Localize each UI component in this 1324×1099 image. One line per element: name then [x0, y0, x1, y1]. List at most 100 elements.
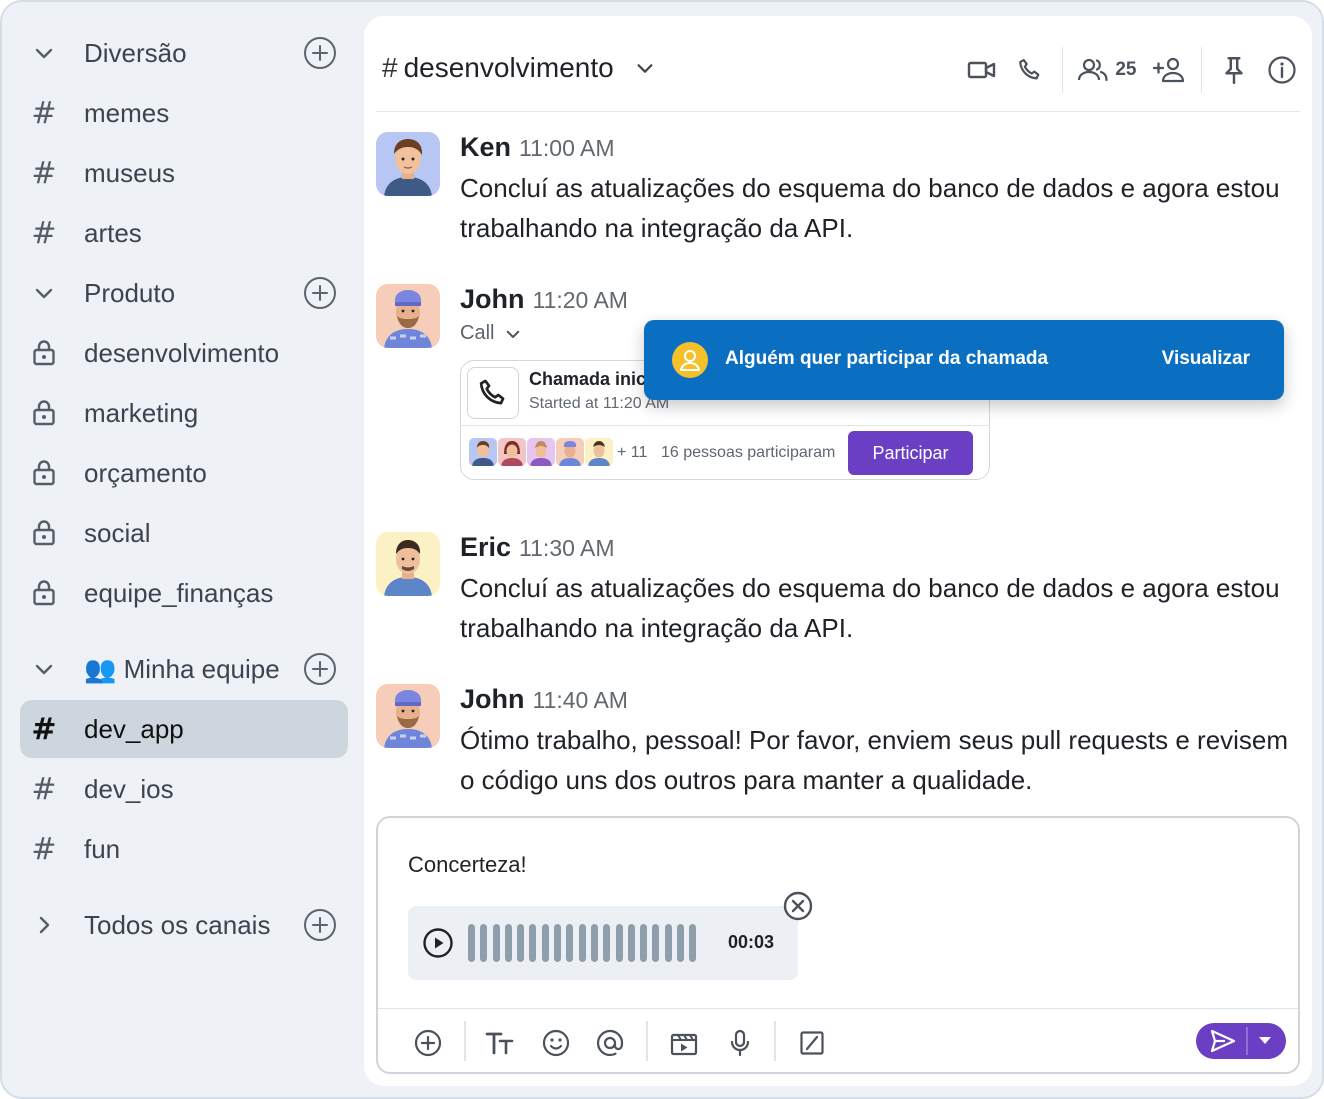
- caret-down-icon[interactable]: [1258, 1036, 1272, 1046]
- author-name[interactable]: John: [460, 284, 525, 315]
- sidebar-item-label: social: [84, 517, 151, 548]
- app-window: Diversão # memes # museus # artes Produto desenv…: [0, 0, 1324, 1099]
- sidebar-item-memes[interactable]: # memes: [20, 84, 348, 142]
- sidebar-item-orçamento[interactable]: orçamento: [20, 444, 348, 502]
- channel-title[interactable]: # desenvolvimento: [382, 52, 656, 84]
- add-channel-icon[interactable]: [304, 909, 336, 941]
- avatar[interactable]: [376, 284, 440, 348]
- sidebar-item-label: artes: [84, 217, 142, 248]
- sidebar-item-label: dev_app: [84, 713, 184, 744]
- lock-icon: [20, 339, 68, 367]
- sidebar-section[interactable]: Produto: [20, 264, 348, 322]
- sidebar-item-label: museus: [84, 157, 176, 188]
- author-name[interactable]: John: [460, 684, 525, 715]
- sidebar-item-label: fun: [84, 833, 121, 864]
- header-actions: 25: [964, 47, 1300, 93]
- members-button[interactable]: 25: [1077, 56, 1137, 84]
- lock-icon: [20, 519, 68, 547]
- emoji-icon[interactable]: [540, 1027, 572, 1059]
- text-format-icon[interactable]: [484, 1027, 516, 1059]
- sidebar-item-desenvolvimento[interactable]: desenvolvimento: [20, 324, 348, 382]
- divider: [1061, 47, 1064, 93]
- author-name[interactable]: Eric: [460, 532, 511, 563]
- avatar[interactable]: [376, 684, 440, 748]
- chevron-down-icon: [504, 325, 522, 343]
- message: Ken 11:00 AM Concluí as atualizações do …: [376, 132, 1296, 252]
- chevron-down-icon: [634, 57, 656, 79]
- divider: [646, 1021, 648, 1061]
- sidebar-item-dev_app[interactable]: # dev_app: [20, 700, 348, 758]
- view-button[interactable]: Visualizar: [1162, 348, 1250, 370]
- play-icon[interactable]: [422, 927, 454, 964]
- divider: [464, 1021, 466, 1061]
- pin-icon[interactable]: [1216, 52, 1252, 88]
- slash-command-icon[interactable]: [796, 1027, 828, 1059]
- sidebar-section[interactable]: Todos os canais: [20, 896, 348, 954]
- phone-icon[interactable]: [1012, 52, 1048, 88]
- add-channel-icon[interactable]: [304, 277, 336, 309]
- channel-name: desenvolvimento: [403, 52, 614, 83]
- sidebar-item-social[interactable]: social: [20, 504, 348, 562]
- sidebar-item-label: memes: [84, 97, 170, 128]
- call-label: Call: [460, 322, 495, 344]
- timestamp: 11:00 AM: [519, 135, 615, 161]
- message-header: Ken 11:00 AM: [460, 132, 615, 163]
- send-icon: [1210, 1029, 1236, 1053]
- hash-icon: #: [31, 831, 57, 867]
- sidebar-item-fun[interactable]: # fun: [20, 820, 348, 878]
- message-header: John 11:20 AM: [460, 284, 628, 315]
- sidebar: Diversão # memes # museus # artes Produto desenv…: [2, 2, 364, 1097]
- add-channel-icon[interactable]: [304, 653, 336, 685]
- chevron-right-icon: [20, 913, 68, 937]
- send-button[interactable]: [1196, 1023, 1286, 1059]
- hash-icon: #: [31, 215, 57, 251]
- divider: [1200, 47, 1202, 93]
- chevron-down-icon: [20, 281, 68, 305]
- call-footer: + 11 16 pessoas participaram Participar: [461, 425, 989, 479]
- draft-text[interactable]: Concerteza!: [408, 852, 527, 878]
- participant-avatar: [585, 438, 613, 466]
- call-toggle[interactable]: Call: [460, 322, 522, 345]
- message-header: John 11:40 AM: [460, 684, 628, 715]
- channel-panel: # desenvolvimento 25 Ken 11:00 AM Conclu…: [364, 16, 1312, 1086]
- add-attachment-icon[interactable]: [412, 1027, 444, 1059]
- author-name[interactable]: Ken: [460, 132, 511, 163]
- join-call-button[interactable]: Participar: [848, 431, 973, 475]
- video-call-icon[interactable]: [964, 52, 1000, 88]
- participant-avatar: [498, 438, 526, 466]
- sidebar-item-label: dev_ios: [84, 773, 174, 804]
- message-composer[interactable]: Concerteza! 00:03: [376, 816, 1300, 1074]
- close-icon[interactable]: [782, 890, 814, 927]
- call-title: Chamada inici: [529, 369, 652, 389]
- sidebar-section[interactable]: Diversão: [20, 24, 348, 82]
- sidebar-item-label: orçamento: [84, 457, 207, 488]
- add-member-icon[interactable]: [1151, 52, 1187, 88]
- phone-icon: [467, 367, 519, 419]
- sidebar-item-label: Todos os canais: [84, 909, 271, 940]
- sidebar-item-dev_ios[interactable]: # dev_ios: [20, 760, 348, 818]
- avatar[interactable]: [376, 532, 440, 596]
- microphone-icon[interactable]: [724, 1027, 756, 1059]
- sidebar-section[interactable]: 👥 Minha equipe: [20, 640, 348, 698]
- avatar[interactable]: [376, 132, 440, 196]
- sidebar-item-marketing[interactable]: marketing: [20, 384, 348, 442]
- sidebar-item-equipe_finanças[interactable]: equipe_finanças: [20, 564, 348, 622]
- participant-count: 16 pessoas participaram: [661, 444, 836, 461]
- sidebar-item-museus[interactable]: # museus: [20, 144, 348, 202]
- message-header: Eric 11:30 AM: [460, 532, 615, 563]
- video-clip-icon[interactable]: [668, 1027, 700, 1059]
- chevron-down-icon: [20, 41, 68, 65]
- user-icon: [672, 342, 708, 378]
- mention-icon[interactable]: [594, 1027, 626, 1059]
- sidebar-item-label: marketing: [84, 397, 199, 428]
- sidebar-item-artes[interactable]: # artes: [20, 204, 348, 262]
- message: John 11:40 AM Ótimo trabalho, pessoal! P…: [376, 684, 1296, 804]
- hash-icon: #: [382, 52, 398, 83]
- hash-icon: #: [31, 155, 57, 191]
- info-icon[interactable]: [1264, 52, 1300, 88]
- participant-avatar: [556, 438, 584, 466]
- channel-header: # desenvolvimento 25: [376, 16, 1300, 112]
- add-channel-icon[interactable]: [304, 37, 336, 69]
- hash-icon: #: [31, 711, 57, 747]
- chevron-down-icon: [20, 657, 68, 681]
